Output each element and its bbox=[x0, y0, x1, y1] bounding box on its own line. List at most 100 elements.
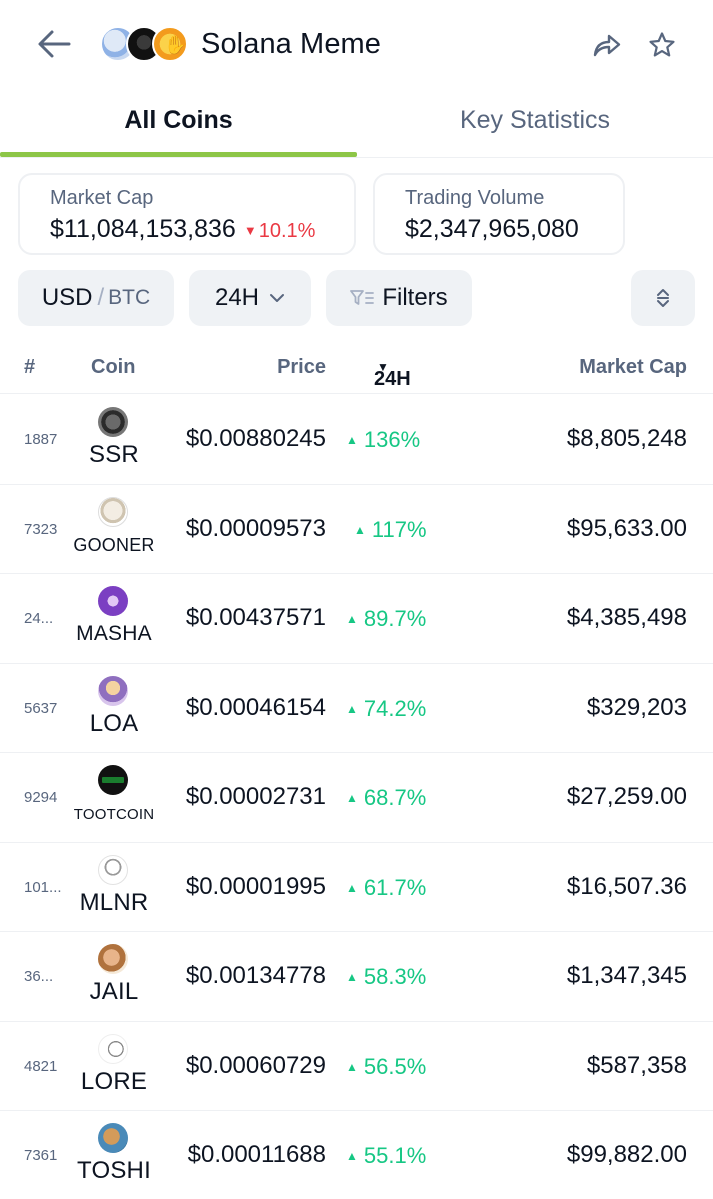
row-change-value: 117% bbox=[371, 516, 427, 542]
row-price: $0.00001995 bbox=[185, 872, 326, 900]
row-market-cap: $329,203 bbox=[586, 693, 687, 721]
row-change-value: 56.5% bbox=[363, 1053, 427, 1079]
row-symbol: LOA bbox=[89, 709, 139, 737]
row-rank: 4821 bbox=[24, 1057, 58, 1075]
coin-logo-icon bbox=[98, 854, 128, 885]
row-change-value: 55.1% bbox=[363, 1143, 427, 1168]
row-market-cap: $16,507.36 bbox=[566, 872, 687, 900]
row-symbol: GOONER bbox=[73, 534, 155, 555]
caret-up-icon: ▲ bbox=[346, 1059, 358, 1074]
row-change: ▲ 74.2% bbox=[346, 696, 426, 722]
column-rank[interactable]: # bbox=[24, 356, 35, 379]
table-row[interactable]: 9294 TOOTCOIN $0.00002731 ▲ 68.7% $27,259… bbox=[0, 753, 713, 843]
row-rank: 5637 bbox=[24, 699, 58, 717]
trading-volume-label: Trading Volume bbox=[405, 187, 545, 209]
watchlist-button[interactable] bbox=[645, 28, 679, 62]
market-cap-card: Market Cap $11,084,153,836 ▼ 10.1% bbox=[18, 173, 356, 255]
market-cap-label: Market Cap bbox=[50, 187, 154, 209]
page-title: Solana Meme bbox=[201, 28, 382, 60]
table-row[interactable]: 101... MLNR $0.00001995 ▲ 61.7% $16,507.3… bbox=[0, 843, 713, 932]
active-tab-indicator bbox=[0, 152, 357, 157]
caret-up-icon: ▲ bbox=[346, 1149, 358, 1163]
row-change-value: 89.7% bbox=[363, 606, 427, 631]
coin-logo-icon bbox=[98, 1033, 128, 1064]
market-cap-value: $11,084,153,836 ▼ 10.1% bbox=[50, 215, 315, 244]
row-rank: 36... bbox=[24, 968, 54, 985]
tab-bar: All Coins Key Statistics bbox=[0, 92, 713, 158]
row-price: $0.00046154 bbox=[185, 693, 326, 721]
coin-list: 1887 SSR $0.00880245 ▲ 136% $8,805,248 73… bbox=[0, 395, 713, 1199]
currency-btc: BTC bbox=[108, 286, 151, 309]
row-change: ▲ 89.7% bbox=[346, 606, 426, 632]
caret-up-icon: ▲ bbox=[354, 522, 366, 537]
row-change-value: 68.7% bbox=[363, 785, 427, 810]
sort-icon bbox=[657, 289, 669, 307]
share-icon bbox=[593, 34, 621, 57]
market-cap-change: ▼ 10.1% bbox=[244, 220, 316, 242]
row-change: ▲ 136% bbox=[346, 427, 420, 453]
coin-logo-icon bbox=[98, 765, 128, 795]
row-change-value: 74.2% bbox=[363, 695, 427, 721]
row-price: $0.00060729 bbox=[185, 1051, 326, 1079]
share-button[interactable] bbox=[590, 28, 624, 62]
table-row[interactable]: 7323 GOONER $0.00009573 ▲ 117% $95,633.00 bbox=[0, 485, 713, 574]
table-header: # Coin Price 24H ▼ Market Cap bbox=[0, 344, 713, 394]
row-market-cap: $1,347,345 bbox=[566, 962, 687, 989]
timeframe-dropdown[interactable]: 24H bbox=[189, 270, 311, 326]
table-row[interactable]: 7361 TOSHI $0.00011688 ▲ 55.1% $99,882.00 bbox=[0, 1111, 713, 1199]
coin-logo-icon bbox=[98, 496, 128, 527]
filter-icon bbox=[350, 289, 375, 307]
row-change: ▲ 56.5% bbox=[346, 1054, 426, 1080]
tab-key-statistics[interactable]: Key Statistics bbox=[357, 106, 713, 135]
coin-avatar: ✋ bbox=[152, 26, 188, 62]
timeframe-value: 24H bbox=[214, 284, 260, 311]
row-change-value: 61.7% bbox=[363, 874, 427, 900]
currency-toggle[interactable]: USD / BTC bbox=[18, 270, 174, 326]
caret-up-icon: ▲ bbox=[346, 880, 358, 895]
table-row[interactable]: 1887 SSR $0.00880245 ▲ 136% $8,805,248 bbox=[0, 395, 713, 485]
row-symbol: TOSHI bbox=[77, 1157, 151, 1184]
column-coin[interactable]: Coin bbox=[91, 356, 135, 379]
currency-separator: / bbox=[97, 284, 105, 311]
sort-button[interactable] bbox=[631, 270, 695, 326]
row-rank: 1887 bbox=[24, 431, 58, 448]
table-row[interactable]: 36... JAIL $0.00134778 ▲ 58.3% $1,347,345 bbox=[0, 932, 713, 1022]
filters-button[interactable]: Filters bbox=[326, 270, 472, 326]
caret-up-icon: ▲ bbox=[346, 433, 358, 447]
trading-volume-value: $2,347,965,080 bbox=[405, 215, 579, 243]
column-price[interactable]: Price bbox=[200, 356, 326, 379]
row-rank: 24... bbox=[24, 610, 54, 627]
back-button[interactable] bbox=[36, 26, 72, 62]
row-rank: 101... bbox=[24, 878, 62, 896]
market-cap-change-value: 10.1% bbox=[258, 220, 316, 242]
filters-label: Filters bbox=[382, 284, 448, 311]
table-row[interactable]: 5637 LOA $0.00046154 ▲ 74.2% $329,203 bbox=[0, 664, 713, 753]
row-symbol: MASHA bbox=[76, 622, 152, 645]
table-row[interactable]: 4821 LORE $0.00060729 ▲ 56.5% $587,358 bbox=[0, 1022, 713, 1111]
row-market-cap: $587,358 bbox=[586, 1051, 687, 1079]
row-rank: 7361 bbox=[24, 1147, 58, 1164]
top-bar: ✋ Solana Meme bbox=[0, 0, 713, 90]
arrow-left-icon bbox=[38, 30, 71, 58]
row-price: $0.00437571 bbox=[185, 604, 326, 631]
coin-logo-icon bbox=[98, 407, 128, 437]
row-market-cap: $95,633.00 bbox=[566, 514, 687, 542]
column-24h[interactable]: 24H ▼ bbox=[374, 356, 411, 390]
caret-up-icon: ▲ bbox=[346, 701, 358, 716]
category-avatars: ✋ bbox=[100, 26, 194, 64]
column-market-cap[interactable]: Market Cap bbox=[500, 356, 687, 379]
row-change: ▲ 61.7% bbox=[346, 875, 426, 901]
row-change: ▲ 55.1% bbox=[346, 1143, 426, 1169]
row-symbol: SSR bbox=[89, 441, 139, 468]
row-change-value: 136% bbox=[363, 427, 421, 452]
row-symbol: TOOTCOIN bbox=[73, 806, 155, 823]
market-cap-amount: $11,084,153,836 bbox=[50, 215, 236, 243]
row-change: ▲ 58.3% bbox=[346, 964, 426, 990]
row-price: $0.00134778 bbox=[185, 962, 326, 989]
row-price: $0.00011688 bbox=[187, 1141, 326, 1168]
row-market-cap: $27,259.00 bbox=[566, 783, 687, 810]
table-row[interactable]: 24... MASHA $0.00437571 ▲ 89.7% $4,385,49… bbox=[0, 574, 713, 664]
coin-logo-icon bbox=[98, 944, 128, 974]
star-icon bbox=[649, 32, 675, 57]
tab-all-coins[interactable]: All Coins bbox=[0, 106, 357, 135]
